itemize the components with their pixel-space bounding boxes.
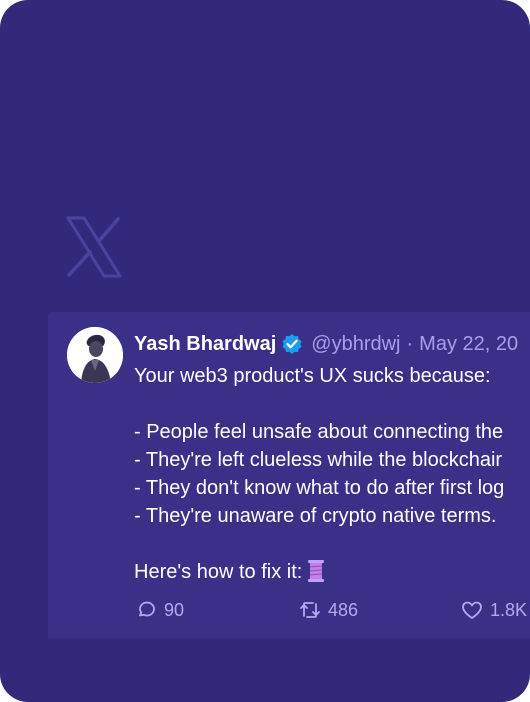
reply-button[interactable]: 90 bbox=[136, 599, 184, 621]
thread-spool-icon bbox=[308, 560, 325, 582]
reply-count: 90 bbox=[164, 599, 185, 620]
tweet-line: - They're left clueless while the blockc… bbox=[134, 449, 503, 471]
promo-card: Yash Bhardwaj @ybhrdwj · May 22, 20 Your… bbox=[0, 0, 530, 702]
repost-icon bbox=[300, 602, 320, 618]
verified-badge-icon bbox=[282, 334, 302, 354]
heart-icon bbox=[462, 601, 482, 619]
avatar-portrait-icon bbox=[67, 327, 123, 383]
cta-text: Here's how to fix it: bbox=[134, 561, 303, 583]
repost-button[interactable]: 486 bbox=[298, 599, 358, 621]
author-name[interactable]: Yash Bhardwaj bbox=[134, 332, 276, 356]
like-button[interactable]: 1.8K bbox=[460, 599, 527, 621]
repost-count: 486 bbox=[328, 599, 359, 620]
tweet-line: - They don't know what to do after first… bbox=[134, 477, 505, 499]
tweet-actions: 90 486 1.8K bbox=[48, 599, 530, 625]
tweet-line: Your web3 product's UX sucks because: bbox=[134, 365, 491, 387]
x-logo-icon bbox=[66, 216, 122, 278]
tweet-header: Yash Bhardwaj @ybhrdwj · May 22, 20 bbox=[134, 332, 518, 356]
tweet-text: Your web3 product's UX sucks because: - … bbox=[134, 362, 504, 586]
author-handle[interactable]: @ybhrdwj bbox=[311, 332, 400, 356]
tweet-line: - People feel unsafe about connecting th… bbox=[134, 421, 504, 443]
tweet-line: - They're unaware of crypto native terms… bbox=[134, 505, 497, 527]
avatar[interactable] bbox=[67, 327, 123, 383]
tweet-card[interactable]: Yash Bhardwaj @ybhrdwj · May 22, 20 Your… bbox=[48, 312, 530, 638]
tweet-date[interactable]: May 22, 20 bbox=[419, 332, 518, 356]
like-count: 1.8K bbox=[490, 599, 528, 620]
meta-separator: · bbox=[406, 333, 414, 355]
tweet-line-cta: Here's how to fix it: bbox=[134, 558, 504, 586]
reply-icon bbox=[139, 601, 155, 617]
